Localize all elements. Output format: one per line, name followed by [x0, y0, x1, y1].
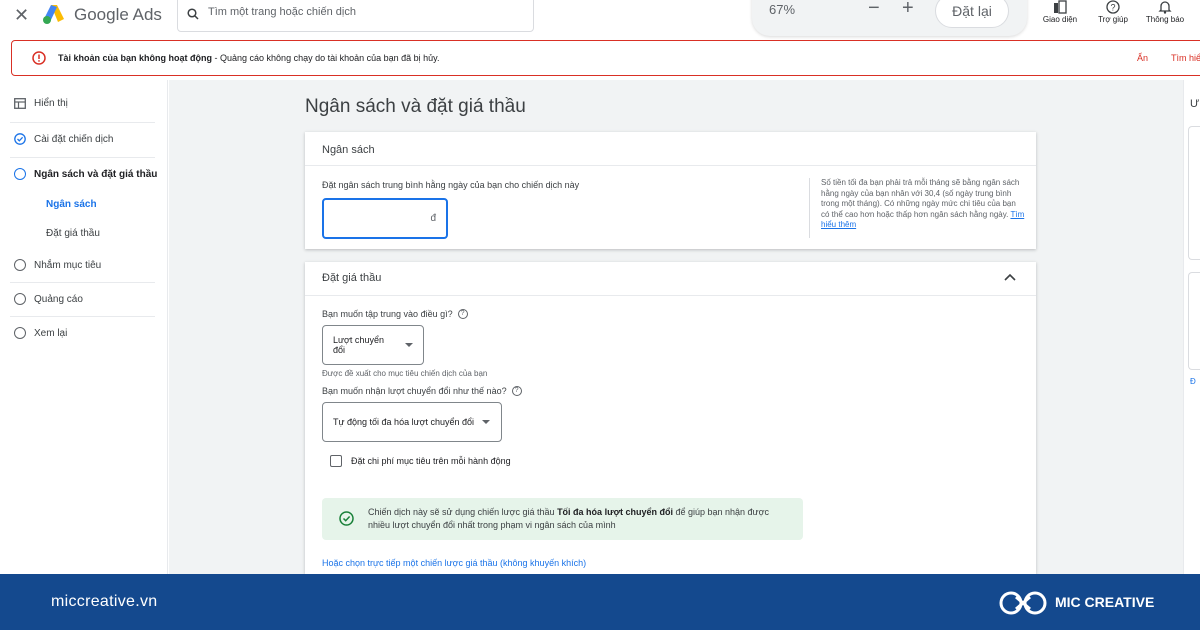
- account-inactive-alert: Tài khoản của bạn không hoạt động - Quản…: [11, 40, 1200, 76]
- nav-item-label: Cài đặt chiến dịch: [34, 133, 114, 145]
- nav-divider: [10, 316, 155, 317]
- bell-icon: [1158, 1, 1172, 14]
- focus-question-label: Bạn muốn tập trung vào điều gì?: [322, 309, 453, 319]
- nav-item-label: Ngân sách và đặt giá thầu: [34, 168, 158, 180]
- right-pane-title: Ư: [1190, 98, 1200, 110]
- strategy-notice: Chiến dịch này sẽ sử dụng chiến lược giá…: [322, 498, 803, 540]
- step-circle-icon: [14, 293, 26, 305]
- nav-divider: [10, 282, 155, 283]
- focus-dropdown[interactable]: Lượt chuyển đổi: [322, 325, 424, 365]
- conversion-strategy-value: Tự động tối đa hóa lượt chuyển đổi: [333, 417, 475, 427]
- target-cpa-checkbox[interactable]: [330, 455, 342, 467]
- conversion-question: Bạn muốn nhận lượt chuyển đổi như thế nà…: [322, 386, 522, 396]
- help-icon[interactable]: ?: [511, 386, 522, 396]
- search-input[interactable]: [208, 6, 508, 18]
- nav-item-ads[interactable]: Quảng cáo: [14, 293, 83, 305]
- notifications-label: Thông báo: [1145, 15, 1185, 24]
- appearance-label: Giao diện: [1042, 15, 1078, 24]
- step-circle-icon: [14, 259, 26, 271]
- svg-text:?: ?: [1110, 3, 1115, 13]
- dropdown-arrow-icon: [405, 343, 413, 347]
- target-cpa-label: Đặt chi phí mục tiêu trên mỗi hành động: [351, 456, 511, 466]
- focus-question: Bạn muốn tập trung vào điều gì? ?: [322, 309, 468, 319]
- nav-item-label: Nhắm mục tiêu: [34, 259, 102, 271]
- budget-card: Ngân sách Đặt ngân sách trung bình hằng …: [305, 132, 1036, 249]
- budget-info-text: Số tiền tối đa bạn phải trả mỗi tháng sẽ…: [821, 178, 1020, 219]
- zoom-reset-button[interactable]: Đặt lại: [935, 0, 1009, 28]
- notice-prefix: Chiến dịch này sẽ sử dụng chiến lược giá…: [368, 507, 558, 517]
- alert-title: Tài khoản của bạn không hoạt động: [58, 53, 213, 63]
- alert-hide-link[interactable]: Ẩn: [1137, 53, 1148, 63]
- chevron-up-icon[interactable]: [1004, 273, 1016, 281]
- dropdown-arrow-icon: [482, 420, 491, 424]
- footer-site: miccreative.vn: [51, 593, 158, 610]
- nav-divider: [10, 122, 155, 123]
- daily-budget-input[interactable]: đ: [322, 198, 448, 239]
- nav-item-campaign-settings[interactable]: Cài đặt chiến dịch: [14, 133, 114, 145]
- footer-banner: miccreative.vn MIC CREATIVE: [0, 574, 1200, 630]
- check-circle-icon: [14, 133, 26, 145]
- nav-item-label: Quảng cáo: [34, 293, 83, 305]
- step-circle-icon: [14, 168, 26, 180]
- focus-dropdown-value: Lượt chuyển đổi: [333, 335, 384, 355]
- zoom-in-button[interactable]: +: [902, 0, 914, 20]
- check-circle-icon: [339, 511, 354, 526]
- focus-hint: Được đề xuất cho mục tiêu chiến dịch của…: [322, 369, 488, 378]
- nav-item-budget-bidding[interactable]: Ngân sách và đặt giá thầu: [14, 168, 157, 180]
- nav-item-label: Xem lại: [34, 327, 68, 339]
- nav-divider: [10, 157, 155, 158]
- error-icon: [32, 51, 46, 65]
- strategy-notice-text: Chiến dịch này sẽ sử dụng chiến lược giá…: [368, 506, 793, 532]
- notifications-button[interactable]: Thông báo: [1139, 0, 1191, 24]
- footer-brand: MIC CREATIVE: [1055, 594, 1155, 610]
- brand-name: Google Ads: [74, 5, 162, 24]
- left-navigation: Hiển thị Cài đặt chiến dịch Ngân sách và…: [0, 80, 168, 574]
- help-label: Trợ giúp: [1098, 15, 1128, 24]
- google-ads-logo-icon: [43, 5, 64, 24]
- alert-learn-more-link[interactable]: Tìm hiể: [1171, 53, 1200, 63]
- nav-item-targeting[interactable]: Nhắm mục tiêu: [14, 259, 101, 271]
- alert-message: Tài khoản của bạn không hoạt động - Quản…: [58, 53, 440, 63]
- help-icon[interactable]: ?: [457, 309, 468, 319]
- nav-item-label: Hiển thị: [34, 98, 68, 109]
- nav-item-display[interactable]: Hiển thị: [14, 98, 68, 109]
- help-icon: ?: [1106, 0, 1120, 14]
- nav-subitem-bidding[interactable]: Đặt giá thầu: [46, 228, 100, 239]
- alert-detail: - Quảng cáo không chạy do tài khoản của …: [212, 53, 440, 63]
- bidding-card-header[interactable]: Đặt giá thầu: [305, 262, 1036, 296]
- right-pane-link[interactable]: Đ: [1190, 377, 1196, 386]
- top-bar: ✕ Google Ads 67% − + Đặt lại Giao diện ?…: [0, 0, 1200, 38]
- notice-strategy-name: Tối đa hóa lượt chuyển đổi: [557, 507, 673, 517]
- appearance-icon: [1054, 0, 1067, 14]
- nav-item-review[interactable]: Xem lại: [14, 327, 67, 339]
- close-icon[interactable]: ✕: [14, 6, 29, 24]
- help-button[interactable]: ? Trợ giúp: [1087, 0, 1139, 24]
- currency-symbol: đ: [430, 213, 436, 224]
- right-pane-card: [1188, 272, 1200, 370]
- conversion-question-label: Bạn muốn nhận lượt chuyển đổi như thế nà…: [322, 386, 507, 396]
- mic-creative-logo-icon: [999, 591, 1047, 615]
- target-cpa-option[interactable]: Đặt chi phí mục tiêu trên mỗi hành động: [330, 455, 511, 467]
- zoom-out-button[interactable]: −: [868, 0, 880, 20]
- manual-strategy-link[interactable]: Hoặc chọn trực tiếp một chiến lược giá t…: [322, 558, 586, 568]
- bidding-card: Đặt giá thầu Bạn muốn tập trung vào điều…: [305, 262, 1036, 574]
- display-icon: [14, 98, 26, 109]
- search-box[interactable]: [177, 0, 534, 32]
- right-pane-card: [1188, 126, 1200, 260]
- zoom-panel: 67% − + Đặt lại: [752, 0, 1027, 36]
- bidding-card-title: Đặt giá thầu: [322, 272, 382, 284]
- step-circle-icon: [14, 327, 26, 339]
- budget-label: Đặt ngân sách trung bình hằng ngày của b…: [322, 180, 580, 190]
- appearance-button[interactable]: Giao diện: [1034, 0, 1086, 24]
- search-icon: [187, 8, 199, 20]
- budget-card-header: Ngân sách: [305, 132, 1036, 166]
- conversion-strategy-dropdown[interactable]: Tự động tối đa hóa lượt chuyển đổi: [322, 402, 502, 442]
- budget-divider: [809, 178, 810, 238]
- nav-subitem-budget[interactable]: Ngân sách: [46, 199, 97, 210]
- zoom-value: 67%: [769, 2, 796, 17]
- page-title: Ngân sách và đặt giá thầu: [305, 96, 526, 117]
- budget-info: Số tiền tối đa bạn phải trả mỗi tháng sẽ…: [821, 178, 1026, 231]
